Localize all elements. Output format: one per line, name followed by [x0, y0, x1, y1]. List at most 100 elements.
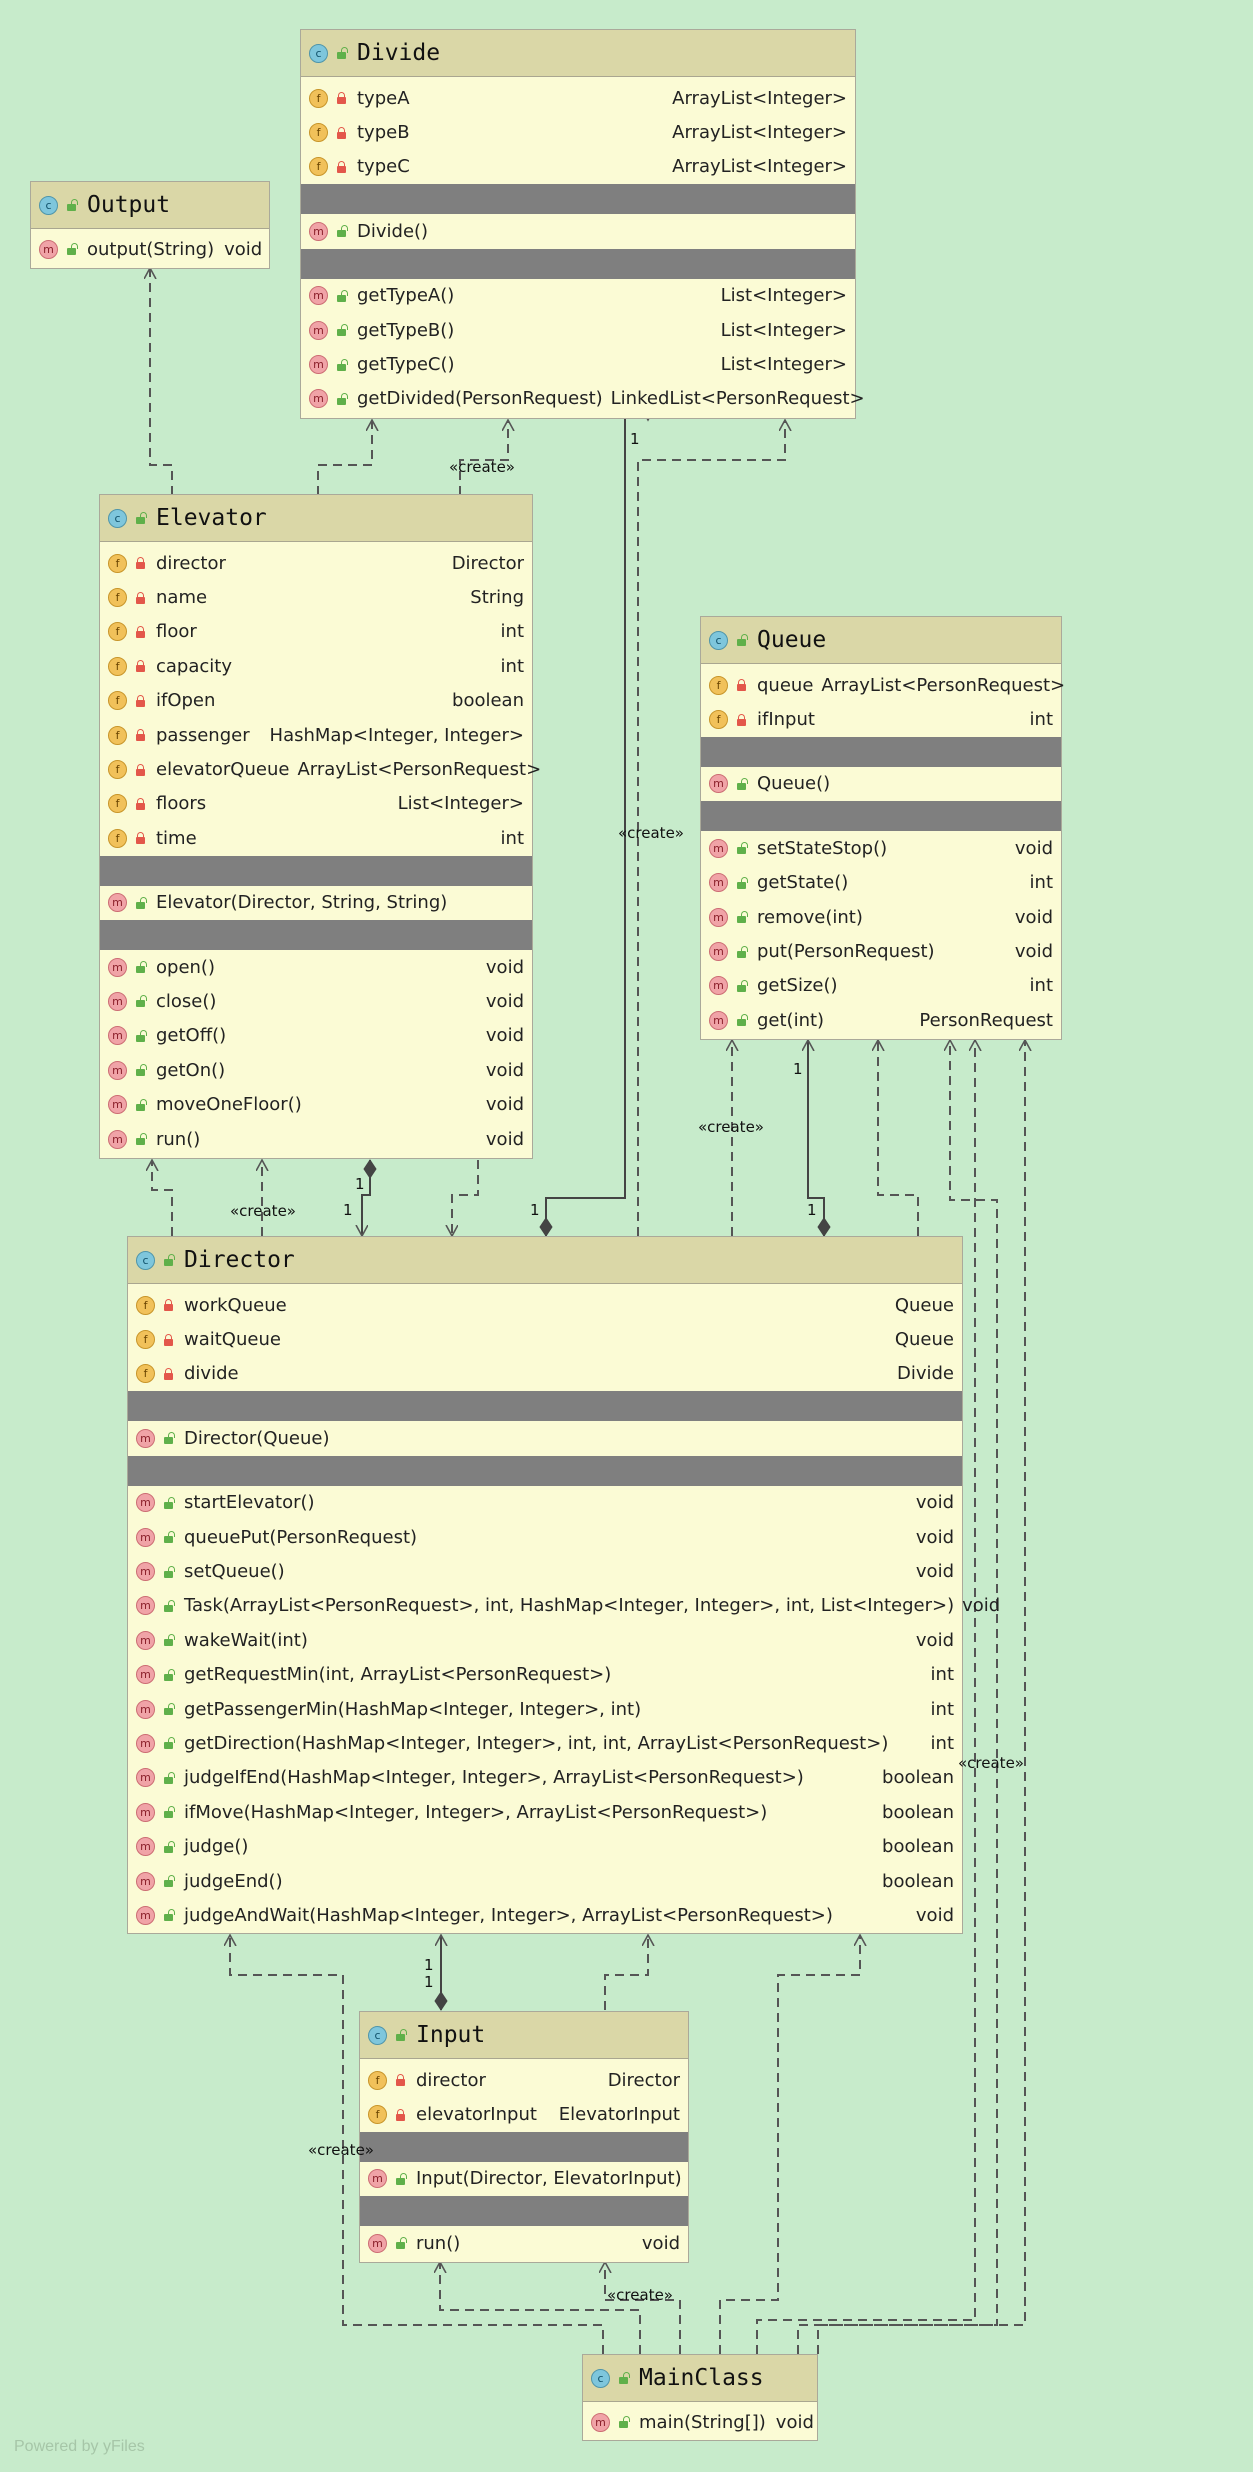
method-row[interactable]: m Input(Director, ElevatorInput) — [360, 2162, 688, 2196]
method-row[interactable]: m Divide() — [301, 214, 855, 248]
method-icon: m — [136, 1699, 155, 1719]
field-icon: f — [368, 2105, 387, 2125]
method-row[interactable]: m judgeAndWait(HashMap<Integer, Integer>,… — [128, 1898, 962, 1932]
field-row[interactable]: f director Director — [100, 546, 532, 580]
method-row[interactable]: m queuePut(PersonRequest) void — [128, 1520, 962, 1554]
private-lock-icon — [394, 2074, 406, 2087]
method-row[interactable]: m run() void — [360, 2226, 688, 2260]
field-row[interactable]: f ifInput int — [701, 702, 1061, 736]
field-type: boolean — [452, 690, 524, 712]
field-row[interactable]: f elevatorQueue ArrayList<PersonRequest> — [100, 752, 541, 786]
method-row[interactable]: m Task(ArrayList<PersonRequest>, int, Has… — [128, 1589, 1000, 1623]
public-icon — [65, 243, 78, 256]
field-row[interactable]: f workQueue Queue — [128, 1288, 962, 1322]
method-name: run() — [156, 1128, 201, 1150]
return-type: void — [485, 956, 524, 978]
class-queue[interactable]: c Queue f queue ArrayList<PersonRequest> f i… — [700, 616, 1065, 1040]
public-icon — [134, 961, 147, 974]
return-type: void — [1014, 906, 1053, 928]
field-icon: f — [108, 725, 127, 745]
method-row[interactable]: m getOff() void — [100, 1019, 532, 1053]
field-type: String — [470, 587, 524, 609]
class-elevator[interactable]: c Elevator f director Director f name String f… — [99, 494, 541, 1159]
class-header: c Elevator — [100, 495, 532, 542]
method-row[interactable]: m judgeIfEnd(HashMap<Integer, Integer>, A… — [128, 1761, 962, 1795]
field-row[interactable]: f queue ArrayList<PersonRequest> — [701, 668, 1065, 702]
method-row[interactable]: m getDirection(HashMap<Integer, Integer>,… — [128, 1726, 962, 1760]
method-row[interactable]: m setStateStop() void — [701, 831, 1061, 865]
fields: f director Director f name String f floor int f ca… — [100, 542, 541, 856]
field-row[interactable]: f elevatorInput ElevatorInput — [360, 2097, 688, 2131]
field-name: time — [156, 827, 197, 849]
method-row[interactable]: m getDivided(PersonRequest) LinkedList<Per… — [301, 382, 865, 416]
field-row[interactable]: f time int — [100, 821, 532, 855]
field-row[interactable]: f ifOpen boolean — [100, 684, 532, 718]
field-row[interactable]: f typeA ArrayList<Integer> — [301, 81, 855, 115]
method-row[interactable]: m getSize() int — [701, 969, 1061, 1003]
method-row[interactable]: m output(String) void — [31, 232, 269, 266]
field-row[interactable]: f floors List<Integer> — [100, 787, 532, 821]
fields: f typeA ArrayList<Integer> f typeB ArrayList<… — [301, 77, 855, 184]
field-row[interactable]: f floor int — [100, 615, 532, 649]
class-divide[interactable]: c Divide f typeA ArrayList<Integer> f typeB A… — [300, 29, 865, 419]
field-name: passenger — [156, 724, 250, 746]
return-type: void — [1014, 837, 1053, 859]
method-row[interactable]: m main(String[]) void — [583, 2405, 817, 2439]
private-lock-icon — [394, 2108, 406, 2121]
method-row[interactable]: m run() void — [100, 1122, 532, 1156]
field-row[interactable]: f capacity int — [100, 649, 532, 683]
method-row[interactable]: m getTypeA() List<Integer> — [301, 279, 855, 313]
method-row[interactable]: m getState() int — [701, 866, 1061, 900]
method-name: judgeEnd() — [184, 1870, 283, 1892]
method-row[interactable]: m judgeEnd() boolean — [128, 1864, 962, 1898]
method-row[interactable]: m startElevator() void — [128, 1486, 962, 1520]
return-type: int — [930, 1664, 954, 1686]
method-icon: m — [136, 1630, 155, 1650]
field-row[interactable]: f name String — [100, 580, 532, 614]
method-row[interactable]: m wakeWait(int) void — [128, 1623, 962, 1657]
method-row[interactable]: m Elevator(Director, String, String) — [100, 886, 532, 920]
method-icon: m — [709, 873, 728, 893]
field-row[interactable]: f typeB ArrayList<Integer> — [301, 115, 855, 149]
field-row[interactable]: f waitQueue Queue — [128, 1322, 962, 1356]
field-row[interactable]: f typeC ArrayList<Integer> — [301, 150, 855, 184]
method-row[interactable]: m getPassengerMin(HashMap<Integer, Intege… — [128, 1692, 962, 1726]
field-row[interactable]: f divide Divide — [128, 1357, 962, 1391]
method-name: Divide() — [357, 220, 429, 242]
method-name: getOn() — [156, 1059, 226, 1081]
class-header: c Input — [360, 2012, 688, 2059]
method-row[interactable]: m Director(Queue) — [128, 1421, 962, 1455]
public-icon — [617, 2372, 630, 2384]
field-row[interactable]: f director Director — [360, 2063, 688, 2097]
class-mainclass[interactable]: c MainClass m main(String[]) void — [582, 2354, 818, 2441]
method-row[interactable]: m remove(int) void — [701, 900, 1061, 934]
method-row[interactable]: m ifMove(HashMap<Integer, Integer>, Array… — [128, 1795, 962, 1829]
method-row[interactable]: m close() void — [100, 984, 532, 1018]
method-row[interactable]: m getTypeC() List<Integer> — [301, 347, 855, 381]
method-row[interactable]: m moveOneFloor() void — [100, 1087, 532, 1121]
methods: m setStateStop() void m getState() int m remove… — [701, 831, 1061, 1037]
return-type: void — [962, 1595, 1001, 1617]
method-row[interactable]: m get(int) PersonRequest — [701, 1003, 1061, 1037]
method-row[interactable]: m getRequestMin(int, ArrayList<PersonRequ… — [128, 1658, 962, 1692]
field-row[interactable]: f passenger HashMap<Integer, Integer> — [100, 718, 532, 752]
class-director[interactable]: c Director f workQueue Queue f waitQueue Queu… — [127, 1236, 1000, 1934]
label-one-director-queue: 1 — [807, 1201, 817, 1219]
class-name: Director — [184, 1247, 295, 1273]
method-row[interactable]: m put(PersonRequest) void — [701, 934, 1061, 968]
separator — [128, 1455, 962, 1486]
method-row[interactable]: m setQueue() void — [128, 1554, 962, 1588]
method-row[interactable]: m open() void — [100, 950, 532, 984]
method-row[interactable]: m getOn() void — [100, 1053, 532, 1087]
method-icon: m — [709, 942, 728, 962]
public-icon — [134, 1064, 147, 1077]
method-row[interactable]: m judge() boolean — [128, 1829, 962, 1863]
label-create-director-elevator: «create» — [230, 1202, 296, 1220]
class-output[interactable]: c Output m output(String) void — [30, 181, 270, 269]
comp-elevator-director — [362, 1160, 370, 1236]
method-name: setStateStop() — [757, 837, 888, 859]
method-row[interactable]: m getTypeB() List<Integer> — [301, 313, 855, 347]
method-row[interactable]: m Queue() — [701, 767, 1061, 801]
class-input[interactable]: c Input f director Director f elevatorInput E… — [359, 2011, 689, 2263]
return-type: List<Integer> — [720, 354, 847, 376]
